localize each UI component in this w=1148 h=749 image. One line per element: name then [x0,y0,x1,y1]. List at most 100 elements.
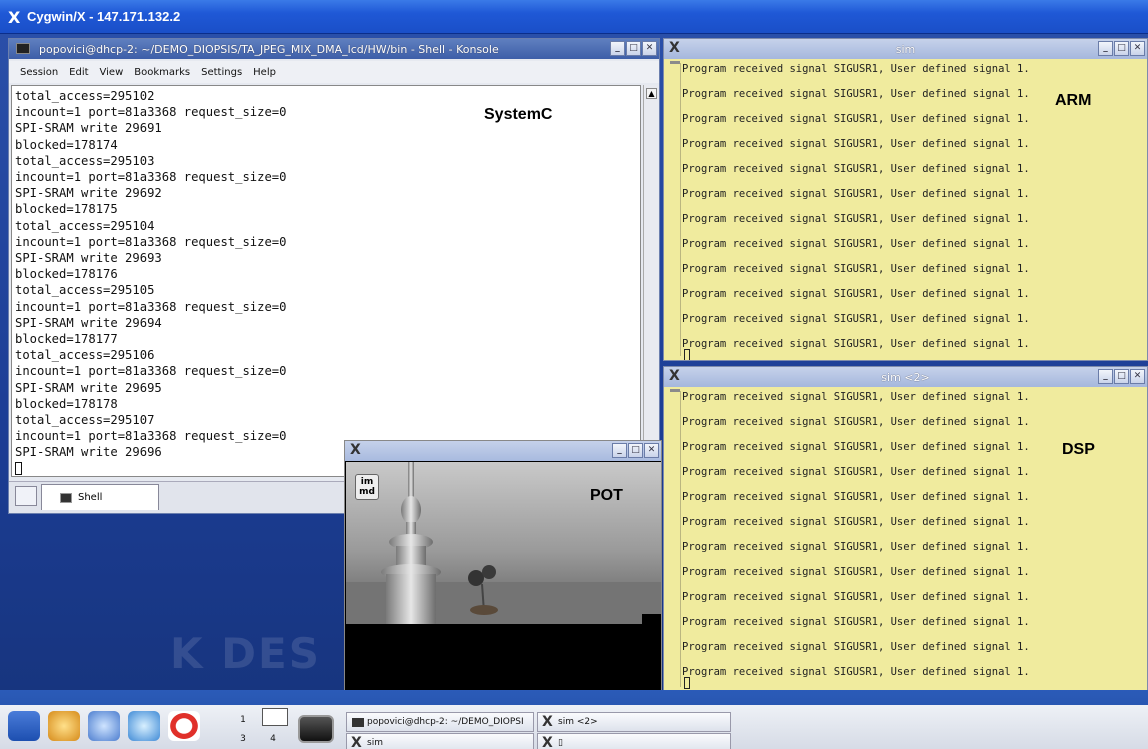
x-icon: X [542,714,553,730]
systemc-label: SystemC [484,106,553,123]
terminal-output[interactable]: total_access=295102 incount=1 port=81a336… [11,85,641,477]
terminal-line: SPI-SRAM write 29694 [15,315,162,330]
menu-session[interactable]: Session [20,67,58,83]
terminal-line: blocked=178178 [15,396,118,411]
sim-output-line: Program received signal SIGUSR1, User de… [682,313,1030,325]
x-logo-icon: X [350,442,361,458]
terminal-line: total_access=295105 [15,283,155,298]
sim-output-line: Program received signal SIGUSR1, User de… [682,288,1030,300]
arm-label: ARM [1055,92,1092,109]
minimize-button[interactable]: _ [1098,369,1113,384]
dsp-label: DSP [1062,441,1095,458]
close-button[interactable]: ✕ [642,41,657,56]
menu-bookmarks[interactable]: Bookmarks [134,67,190,83]
sim-output-line: Program received signal SIGUSR1, User de… [682,213,1030,225]
home-folder-icon[interactable] [48,711,80,741]
terminal-line: incount=1 port=81a3368 request_size=0 [15,234,287,249]
sim-output-line: Program received signal SIGUSR1, User de… [682,491,1030,503]
terminal-line: blocked=178174 [15,137,118,152]
terminal-line: SPI-SRAM write 29693 [15,251,162,266]
scrollbar-marker-icon [670,389,680,392]
sim-output-line: Program received signal SIGUSR1, User de… [682,163,1030,175]
pot-titlebar[interactable]: X _ □ ✕ [345,441,661,461]
sim-output-line: Program received signal SIGUSR1, User de… [682,391,1030,403]
minimize-button[interactable]: _ [1098,41,1113,56]
task-sim[interactable]: X sim [346,733,534,749]
web-browser-icon[interactable] [128,711,160,741]
close-button[interactable]: ✕ [1130,41,1145,56]
sim-dsp-title: sim <2> [881,371,930,384]
help-lifebuoy-icon[interactable] [168,711,200,741]
terminal-icon [60,493,72,503]
desktop-1-button[interactable]: 1 [232,712,254,728]
terminal-icon [16,43,30,54]
terminal-scrollbar[interactable]: ▲ [643,85,658,477]
menu-settings[interactable]: Settings [201,67,242,83]
cygwin-x-titlebar[interactable]: X Cygwin/X - 147.171.132.2 [0,0,1148,34]
task-sim-2[interactable]: X sim <2> [537,712,731,732]
scrollbar-track [680,63,681,356]
show-desktop-icon[interactable] [298,715,334,743]
terminal-line: total_access=295106 [15,348,155,363]
sim-output-line: Program received signal SIGUSR1, User de… [682,88,1030,100]
maximize-button[interactable]: □ [628,443,643,458]
minimize-button[interactable]: _ [610,41,625,56]
sim-output-line: Program received signal SIGUSR1, User de… [682,113,1030,125]
sim-dsp-lines: Program received signal SIGUSR1, User de… [682,391,1030,691]
minimize-button[interactable]: _ [612,443,627,458]
close-button[interactable]: ✕ [644,443,659,458]
desktop-watermark: K DES [170,629,321,678]
maximize-button[interactable]: □ [626,41,641,56]
menu-view[interactable]: View [100,67,124,83]
desktop-3-button[interactable]: 3 [232,731,254,747]
terminal-line: total_access=295107 [15,413,155,428]
sim-output-line: Program received signal SIGUSR1, User de… [682,263,1030,275]
konsole-menubar: Session Edit View Bookmarks Settings Hel… [9,61,659,83]
task-konsole[interactable]: popovici@dhcp-2: ~/DEMO_DIOPSI [346,712,534,732]
terminal-line: blocked=178176 [15,267,118,282]
terminal-line: incount=1 port=81a3368 request_size=0 [15,299,287,314]
sim-output-line: Program received signal SIGUSR1, User de… [682,416,1030,428]
task-pot[interactable]: X ▯ [537,733,731,749]
task-pot-label: ▯ [558,738,563,748]
sim-arm-lines: Program received signal SIGUSR1, User de… [682,63,1030,360]
new-session-button[interactable] [15,486,37,506]
desktop-4-button[interactable]: 4 [262,731,284,747]
sim-output-line: Program received signal SIGUSR1, User de… [682,641,1030,653]
pot-window[interactable]: X _ □ ✕ [344,440,662,694]
sim-dsp-titlebar[interactable]: X sim <2> _ □ ✕ [664,367,1147,387]
sim-output-line: Program received signal SIGUSR1, User de… [682,591,1030,603]
sim-output-line: Program received signal SIGUSR1, User de… [682,466,1030,478]
tab-shell[interactable]: Shell [41,484,159,510]
imd-app-icon[interactable]: im md [355,474,379,500]
maximize-button[interactable]: □ [1114,41,1129,56]
close-button[interactable]: ✕ [1130,369,1145,384]
sim-output-line: Program received signal SIGUSR1, User de… [682,138,1030,150]
sim-output-line: Program received signal SIGUSR1, User de… [682,63,1030,75]
text-cursor [684,677,690,689]
cygwin-x-title: Cygwin/X - 147.171.132.2 [27,9,181,24]
sim-arm-titlebar[interactable]: X sim _ □ ✕ [664,39,1147,59]
menu-help[interactable]: Help [253,67,276,83]
scroll-up-icon[interactable]: ▲ [646,88,657,99]
terminal-line: total_access=295104 [15,218,155,233]
konsole-titlebar[interactable]: popovici@dhcp-2: ~/DEMO_DIOPSIS/TA_JPEG_… [9,39,659,59]
sim-dsp-output[interactable]: Program received signal SIGUSR1, User de… [664,387,1147,691]
terminal-line: SPI-SRAM write 29692 [15,186,162,201]
x-logo-icon: X [8,8,21,27]
sim-dsp-window[interactable]: X sim <2> _ □ ✕ Program received signal … [663,366,1148,692]
kde-menu-icon[interactable] [8,711,40,741]
menu-edit[interactable]: Edit [69,67,88,83]
desktop-2-button[interactable] [262,708,288,726]
find-files-icon[interactable] [88,711,120,741]
sim-output-line: Program received signal SIGUSR1, User de… [682,616,1030,628]
sim-arm-window[interactable]: X sim _ □ ✕ Program received signal SIGU… [663,38,1148,361]
scrollbar-track [680,391,681,687]
text-cursor [15,461,22,475]
maximize-button[interactable]: □ [1114,369,1129,384]
task-sim-2-label: sim <2> [558,717,598,727]
text-cursor [684,349,690,360]
sim-output-line: Program received signal SIGUSR1, User de… [682,566,1030,578]
task-sim-label: sim [367,738,383,748]
terminal-line: total_access=295103 [15,153,155,168]
